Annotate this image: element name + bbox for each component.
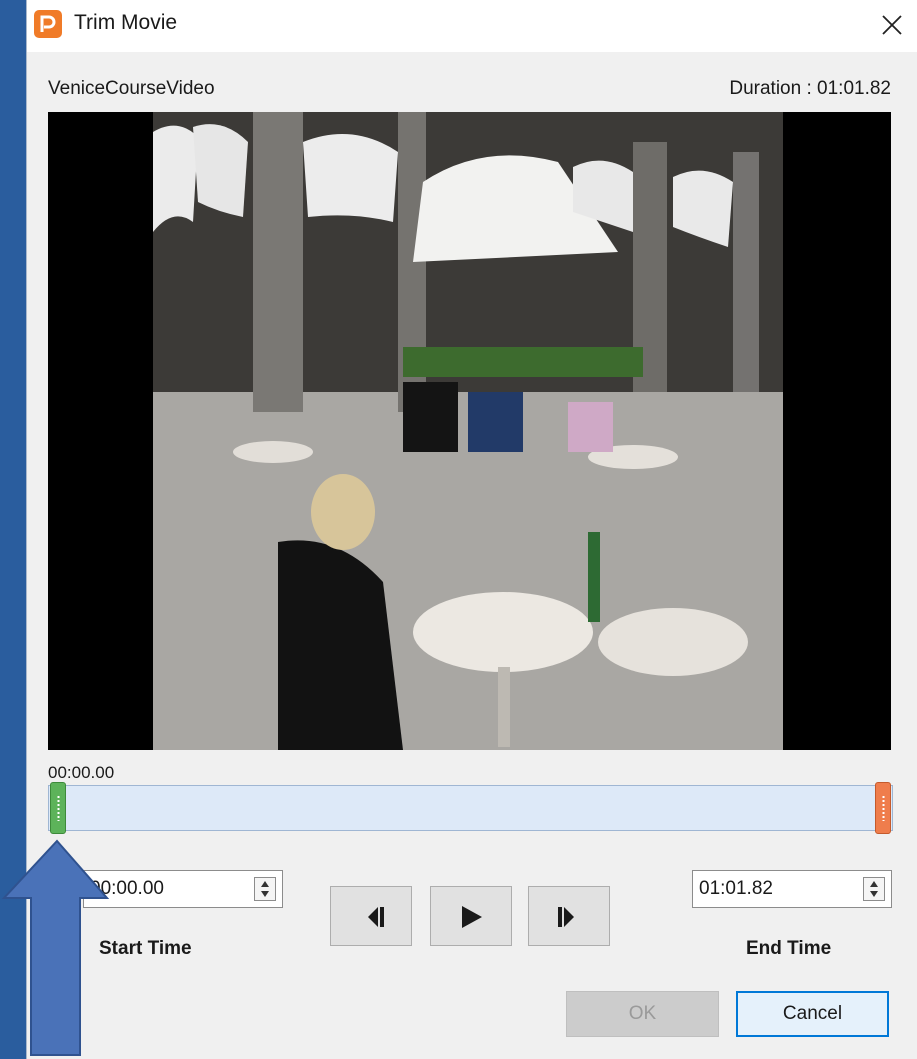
title-bar: Trim Movie <box>27 0 917 52</box>
spin-up-icon[interactable] <box>870 881 878 887</box>
window-title: Trim Movie <box>74 11 178 34</box>
next-frame-icon <box>558 907 574 927</box>
play-button[interactable] <box>430 886 512 946</box>
play-icon <box>462 906 482 928</box>
end-time-label: End Time <box>746 938 832 959</box>
powerpoint-icon <box>34 10 62 38</box>
end-time-spinner[interactable] <box>863 877 885 901</box>
end-trim-handle[interactable] <box>875 782 891 834</box>
trim-movie-dialog: Trim Movie VeniceCourseVideo Duration : … <box>26 0 917 1059</box>
end-time-input[interactable] <box>693 871 859 907</box>
close-button[interactable] <box>868 2 916 48</box>
start-time-field[interactable] <box>83 870 283 908</box>
start-time-label: Start Time <box>99 938 192 959</box>
grip-icon <box>57 795 60 821</box>
current-time-readout: 00:00.00 <box>48 763 115 782</box>
up-arrow-icon <box>1 839 110 1056</box>
trim-timeline-track[interactable] <box>48 785 893 831</box>
start-trim-handle[interactable] <box>50 782 66 834</box>
grip-icon <box>882 795 885 821</box>
video-duration: Duration : 01:01.82 <box>729 78 891 99</box>
previous-frame-icon <box>368 907 384 927</box>
previous-frame-button[interactable] <box>330 886 412 946</box>
ok-button[interactable]: OK <box>566 991 719 1037</box>
spin-down-icon[interactable] <box>261 891 269 897</box>
next-frame-button[interactable] <box>528 886 610 946</box>
spin-down-icon[interactable] <box>870 891 878 897</box>
cancel-button[interactable]: Cancel <box>736 991 889 1037</box>
spin-up-icon[interactable] <box>261 881 269 887</box>
close-icon <box>882 15 902 35</box>
start-time-spinner[interactable] <box>254 877 276 901</box>
video-frame <box>153 112 783 750</box>
video-name: VeniceCourseVideo <box>48 78 215 99</box>
venice-cafe-scene-image <box>153 112 783 750</box>
video-preview[interactable] <box>48 112 891 750</box>
end-time-field[interactable] <box>692 870 892 908</box>
